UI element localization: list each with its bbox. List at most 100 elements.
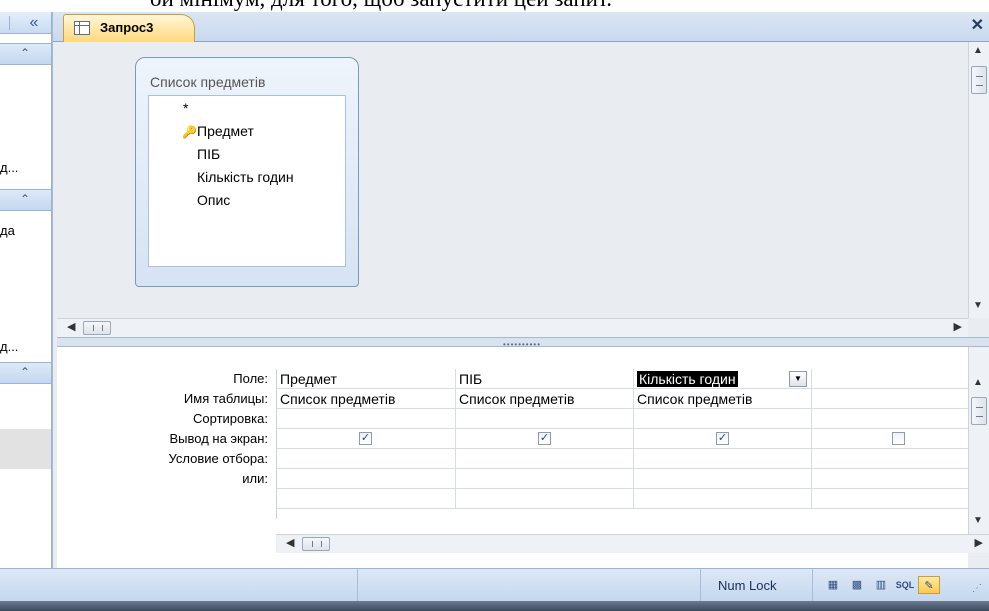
chevron-up-icon: ⌃ xyxy=(20,46,31,60)
grid-row-show: ✓ ✓ ✓ xyxy=(277,429,969,449)
lower-horizontal-scrollbar[interactable]: ◀ ▶ xyxy=(276,534,989,553)
query-icon xyxy=(74,21,90,35)
scroll-thumb[interactable] xyxy=(302,537,330,551)
row-label-show: Вывод на экран: xyxy=(169,431,268,446)
tab-query3[interactable]: Запрос3 xyxy=(63,14,195,43)
scroll-up-arrow-icon[interactable]: ▲ xyxy=(973,377,983,388)
taskbar-edge xyxy=(0,601,989,611)
document-tab-bar: Запрос3 ✕ xyxy=(53,12,989,43)
table-cell[interactable]: Список предметів xyxy=(634,389,812,409)
primary-key-icon: 🔑 xyxy=(182,125,197,139)
dropdown-arrow-icon[interactable]: ▼ xyxy=(789,371,807,387)
field-item[interactable]: Опис xyxy=(197,192,230,208)
nav-item-3[interactable]: д... xyxy=(0,339,18,354)
pivottable-view-icon[interactable]: ▩ xyxy=(846,576,868,594)
sort-cell[interactable] xyxy=(634,409,812,429)
show-checkbox[interactable]: ✓ xyxy=(359,432,372,445)
status-separator xyxy=(812,569,813,602)
document-text-snippet: ой мінімум, для того, щоб запустити цей … xyxy=(0,0,989,12)
datasheet-view-icon[interactable]: ▦ xyxy=(822,576,844,594)
show-cell: ✓ xyxy=(634,429,812,449)
scroll-up-arrow-icon[interactable]: ▲ xyxy=(973,45,983,56)
criteria-cell[interactable] xyxy=(634,449,812,469)
selected-field-text[interactable]: Кількість годин xyxy=(637,371,738,387)
tab-label: Запрос3 xyxy=(100,20,154,35)
table-cell[interactable]: Список предметів xyxy=(456,389,634,409)
field-cell[interactable]: Предмет xyxy=(277,369,456,389)
row-label-field: Поле: xyxy=(233,371,268,386)
sql-view-icon[interactable]: SQL xyxy=(894,576,916,594)
show-cell: ✓ xyxy=(456,429,634,449)
field-item[interactable]: Предмет xyxy=(197,123,254,139)
nav-pane-edge xyxy=(0,16,10,30)
nav-group-header-1[interactable]: ⌃ xyxy=(0,43,51,65)
criteria-cell[interactable] xyxy=(812,449,969,469)
chevron-up-icon: ⌃ xyxy=(20,365,31,379)
row-label-criteria: Условие отбора: xyxy=(168,451,268,466)
grid-row-extra xyxy=(277,489,969,509)
nav-item-1[interactable]: д... xyxy=(0,160,18,175)
scroll-thumb[interactable] xyxy=(971,66,987,94)
field-list: * 🔑 Предмет ПІБ Кількість годин Опис xyxy=(148,95,346,267)
field-item-all[interactable]: * xyxy=(183,100,188,116)
grid-row-sort xyxy=(277,409,969,429)
pane-splitter[interactable]: •••••••••• xyxy=(57,337,989,349)
or-cell[interactable] xyxy=(456,469,634,489)
field-cell-selected[interactable]: Кількість годин ▼ xyxy=(634,369,812,389)
field-cell[interactable]: ПІБ xyxy=(456,369,634,389)
sort-cell[interactable] xyxy=(456,409,634,429)
nav-group-header-3[interactable]: ⌃ xyxy=(0,362,51,384)
grid-row-criteria xyxy=(277,449,969,469)
show-checkbox[interactable]: ✓ xyxy=(538,432,551,445)
status-bar: Num Lock ▦ ▩ ▥ SQL ✎ ⋰ xyxy=(0,568,989,602)
show-cell: ✓ xyxy=(277,429,456,449)
grid-row-field: Предмет ПІБ Кількість годин ▼ xyxy=(277,369,969,389)
upper-horizontal-scrollbar[interactable]: ◀ ▶ xyxy=(57,318,968,337)
table-cell[interactable]: Список предметів xyxy=(277,389,456,409)
document-text: ой мінімум, для того, щоб запустити цей … xyxy=(150,0,612,12)
sort-cell[interactable] xyxy=(277,409,456,429)
resize-grip-icon[interactable]: ⋰ xyxy=(972,583,982,594)
field-item[interactable]: Кількість годин xyxy=(197,169,294,185)
scroll-right-arrow-icon[interactable]: ▶ xyxy=(954,320,962,333)
scroll-thumb[interactable] xyxy=(971,397,987,425)
or-cell[interactable] xyxy=(277,469,456,489)
show-checkbox[interactable] xyxy=(892,432,905,445)
table-design-surface[interactable]: Список предметів * 🔑 Предмет ПІБ Кількіс… xyxy=(57,42,968,318)
upper-vertical-scrollbar[interactable]: ▲ ▼ xyxy=(968,42,989,318)
grid-cell[interactable] xyxy=(277,489,456,509)
scroll-thumb[interactable] xyxy=(83,321,111,335)
query-design-window: Запрос3 ✕ Список предметів * 🔑 Предмет П… xyxy=(52,12,989,568)
pivotchart-view-icon[interactable]: ▥ xyxy=(870,576,892,594)
status-separator xyxy=(700,569,701,602)
grid-cell[interactable] xyxy=(456,489,634,509)
show-checkbox[interactable]: ✓ xyxy=(716,432,729,445)
or-cell[interactable] xyxy=(634,469,812,489)
close-icon[interactable]: ✕ xyxy=(971,15,984,35)
criteria-cell[interactable] xyxy=(456,449,634,469)
nav-selected-item[interactable] xyxy=(0,429,51,469)
scroll-left-arrow-icon[interactable]: ◀ xyxy=(286,536,294,549)
grid-cell[interactable] xyxy=(812,489,969,509)
row-label-table: Имя таблицы: xyxy=(183,391,268,406)
criteria-cell[interactable] xyxy=(277,449,456,469)
or-cell[interactable] xyxy=(812,469,969,489)
scroll-right-arrow-icon[interactable]: ▶ xyxy=(975,536,983,549)
field-list-table[interactable]: Список предметів * 🔑 Предмет ПІБ Кількіс… xyxy=(135,57,359,287)
table-cell[interactable] xyxy=(812,389,969,409)
field-cell[interactable] xyxy=(812,369,969,389)
grid-row-or xyxy=(277,469,969,489)
navigation-pane: « ⌃ д... ⌃ да д... ⌃ xyxy=(0,12,52,568)
nav-item-2[interactable]: да xyxy=(0,223,15,238)
sort-cell[interactable] xyxy=(812,409,969,429)
collapse-pane-icon[interactable]: « xyxy=(22,13,46,33)
scroll-down-arrow-icon[interactable]: ▼ xyxy=(973,515,983,526)
field-item[interactable]: ПІБ xyxy=(197,146,220,162)
design-view-icon[interactable]: ✎ xyxy=(918,576,940,594)
nav-group-header-2[interactable]: ⌃ xyxy=(0,189,51,211)
grid-cell[interactable] xyxy=(634,489,812,509)
scroll-left-arrow-icon[interactable]: ◀ xyxy=(67,320,75,333)
lower-vertical-scrollbar[interactable]: ▲ ▼ xyxy=(968,347,989,534)
scroll-down-arrow-icon[interactable]: ▼ xyxy=(973,300,983,311)
field-list-title[interactable]: Список предметів xyxy=(150,74,265,90)
